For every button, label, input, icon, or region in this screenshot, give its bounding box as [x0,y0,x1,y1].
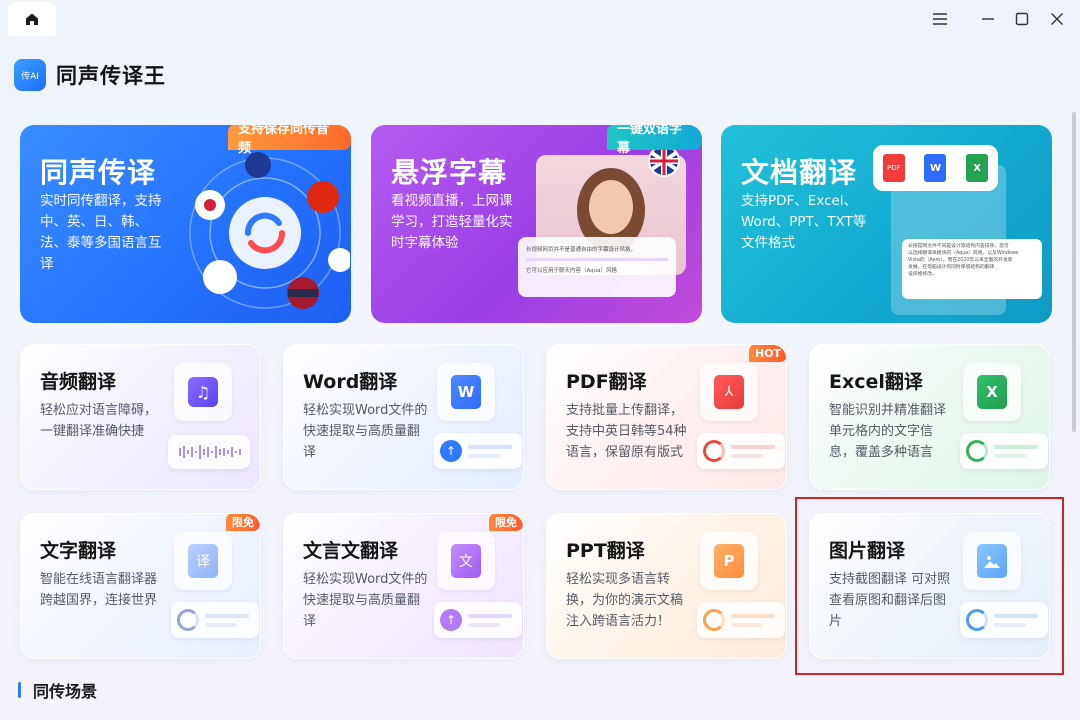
menu-icon[interactable] [928,8,952,30]
translate-preview [171,602,259,638]
upload-preview: ↑ [434,433,522,469]
hero-card-document[interactable]: 文档翻译 支持PDF、Excel、 Word、PPT、TXT等 文件格式 PDF… [721,125,1052,323]
tile-excel-translate[interactable]: Excel翻译 智能识别并精准翻译单元格内的文字信息，覆盖多种语言 X [809,344,1050,490]
excel-icon: X [963,363,1021,421]
translate-preview [697,433,785,469]
ppt-icon: P [700,532,758,590]
tile-desc: 智能识别并精准翻译单元格内的文字信息，覆盖多种语言 [829,403,947,460]
classical-text-icon: 文 [437,532,495,590]
app-logo: 传AI [14,59,46,91]
tile-audio-translate[interactable]: 音频翻译 轻松应对语言障碍，一键翻译准确快捷 ♫ [20,344,261,490]
maximize-icon[interactable] [1010,8,1034,30]
app-logo-text: 传AI [21,71,39,82]
tile-word-translate[interactable]: Word翻译 轻松实现Word文件的快速提取与高质量翻译 W ↑ [283,344,524,490]
refresh-icon [703,609,725,631]
pdf-icon: PDF [882,154,905,182]
tile-title: 文言文翻译 [303,540,399,562]
home-tab[interactable] [8,2,56,36]
hero-ribbon: 一键双语字幕 [607,125,702,156]
translate-preview [697,602,785,638]
tile-desc: 轻松实现Word文件的快速提取与高质量翻译 [303,572,428,629]
app-header: 传AI 同声传译王 [14,58,166,92]
tile-title: Word翻译 [303,371,398,393]
upload-icon: ↑ [440,609,462,631]
doc-translation-popup: 长按提网文件不同是设计等结构内容排序，您可 以选择翻译单模块的（Aqua）风格，… [902,239,1042,299]
tile-pdf-translate[interactable]: PDF翻译 支持批量上传翻译，支持中英日韩等54种语言，保留原有版式 ⅄ HOT [546,344,787,490]
close-icon[interactable] [1045,8,1069,30]
translate-preview [960,433,1048,469]
scrollbar[interactable] [1072,112,1076,432]
upload-preview: ↑ [434,602,522,638]
title-bar [0,0,1080,38]
doc-format-icons: PDF W X [873,145,998,191]
home-icon [26,13,38,25]
pdf-icon: ⅄ [700,363,758,421]
tile-desc: 轻松实现多语言转换，为你的演示文稿注入跨语言活力！ [566,572,684,629]
tile-title: PDF翻译 [566,371,647,393]
tile-desc: 支持批量上传翻译，支持中英日韩等54种语言，保留原有版式 [566,403,687,460]
translate-char-icon: 译 [174,532,232,590]
tile-classical-chinese-translate[interactable]: 文言文翻译 轻松实现Word文件的快速提取与高质量翻译 文 ↑ 限免 [283,513,524,659]
app-title: 同声传译王 [56,64,166,88]
tile-title: 音频翻译 [40,371,117,393]
free-badge: 限免 [489,514,523,531]
subtitle-overlay: 长视频网页并不是普通自由的字幕设计风格， 它可以应用于聊天内容（Aqua）风格 [518,237,676,297]
refresh-icon [177,609,199,631]
tile-text-translate[interactable]: 文字翻译 智能在线语言翻译器跨越国界，连接世界 译 限免 [20,513,261,659]
excel-icon: X [966,154,989,182]
hero-desc: 实时同传翻译，支持 中、英、日、韩、 法、泰等多国语言互 译 [40,193,162,272]
section-accent-bar [18,682,21,698]
globe-orbit-illustration [189,152,350,309]
tile-ppt-translate[interactable]: PPT翻译 轻松实现多语言转换，为你的演示文稿注入跨语言活力！ P [546,513,787,659]
tile-desc: 轻松应对语言障碍，一键翻译准确快捷 [40,403,158,439]
refresh-icon [703,440,725,462]
hero-desc: 看视频直播，上网课 学习，打造轻量化实 时字幕体验 [391,193,513,251]
subtitle-line: 它可以应用于聊天内容（Aqua）风格 [526,268,618,274]
tile-title: Excel翻译 [829,371,923,393]
hero-card-floating-subtitle[interactable]: 悬浮字幕 看视频直播，上网课 学习，打造轻量化实 时字幕体验 长视频网页并不是普… [371,125,702,323]
word-icon: W [437,363,495,421]
subtitle-line: 长视频网页并不是普通自由的字幕设计风格， [526,247,637,253]
hero-card-simultaneous[interactable]: 同声传译 实时同传翻译，支持 中、英、日、韩、 法、泰等多国语言互 译 支持保存… [20,125,351,323]
selection-highlight [795,497,1064,675]
hero-title: 同声传译 [40,156,157,189]
hero-title: 悬浮字幕 [391,156,508,189]
waveform-icon [168,435,250,469]
tile-desc: 轻松实现Word文件的快速提取与高质量翻译 [303,403,428,460]
minimize-icon[interactable] [976,8,1000,30]
tile-desc: 智能在线语言翻译器跨越国界，连接世界 [40,572,158,608]
tile-title: 文字翻译 [40,540,117,562]
section-heading: 同传场景 [18,678,97,702]
section-title: 同传场景 [33,682,98,701]
free-badge: 限免 [226,514,260,531]
hot-badge: HOT [749,345,786,362]
refresh-icon [966,440,988,462]
upload-icon: ↑ [440,440,462,462]
hero-title: 文档翻译 [741,156,858,189]
tile-title: PPT翻译 [566,540,645,562]
music-icon: ♫ [174,363,232,421]
hero-ribbon: 支持保存同传音频 [228,125,351,156]
word-icon: W [924,154,947,182]
hero-desc: 支持PDF、Excel、 Word、PPT、TXT等 文件格式 [741,193,867,251]
